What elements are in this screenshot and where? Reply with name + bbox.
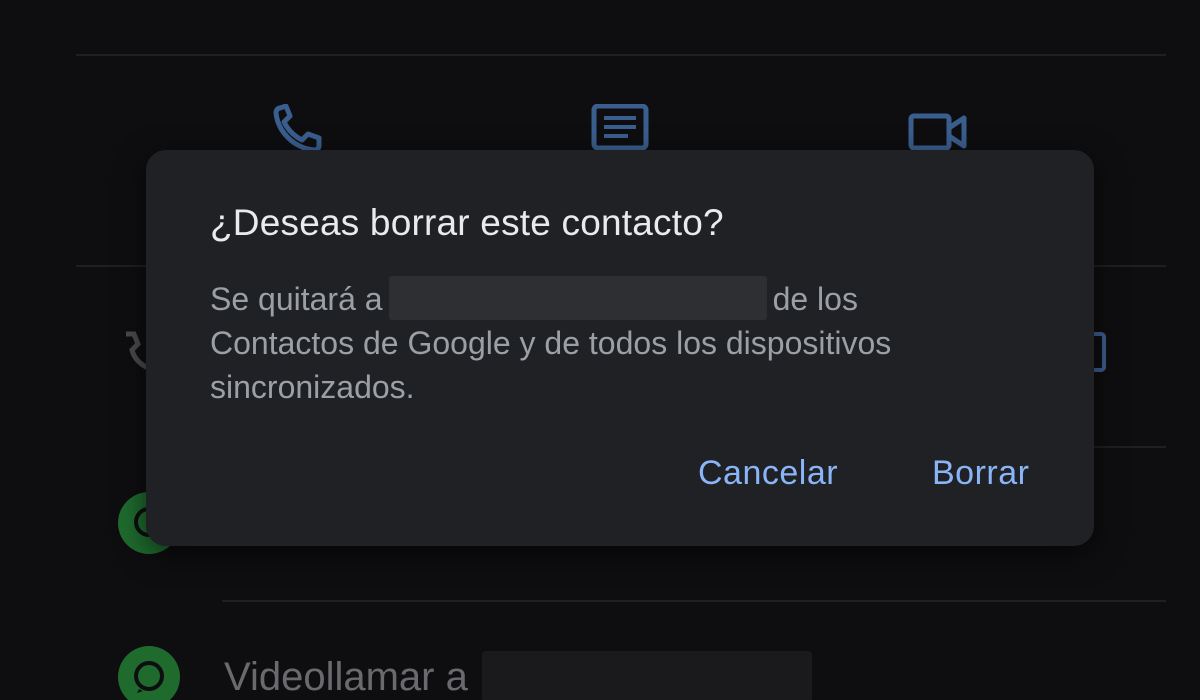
message-icon[interactable] <box>590 103 650 154</box>
divider <box>76 54 1166 56</box>
dialog-title: ¿Deseas borrar este contacto? <box>210 202 724 243</box>
dialog-body-line2: Contactos de Google y de todos los dispo… <box>210 325 892 361</box>
phone-icon[interactable] <box>272 103 332 154</box>
contact-screen: Videollamar a ¿Deseas borrar este contac… <box>0 0 1200 700</box>
divider <box>222 600 1166 602</box>
cancel-button[interactable]: Cancelar <box>698 454 838 493</box>
whatsapp-video-row[interactable]: Videollamar a <box>118 646 812 700</box>
dialog-body-line3: sincronizados. <box>210 369 415 405</box>
delete-contact-dialog: ¿Deseas borrar este contacto? Se quitará… <box>146 150 1094 546</box>
dialog-body-suffix: de los <box>772 281 858 317</box>
dialog-message: Se quitará a de los Contactos de Google y… <box>210 276 1050 409</box>
dialog-body-prefix: Se quitará a <box>210 281 383 317</box>
redacted-contact-name <box>388 276 767 320</box>
whatsapp-icon <box>118 646 180 700</box>
whatsapp-video-label: Videollamar a <box>224 654 468 699</box>
redacted-phone-number <box>481 651 812 700</box>
delete-button[interactable]: Borrar <box>932 454 1029 493</box>
